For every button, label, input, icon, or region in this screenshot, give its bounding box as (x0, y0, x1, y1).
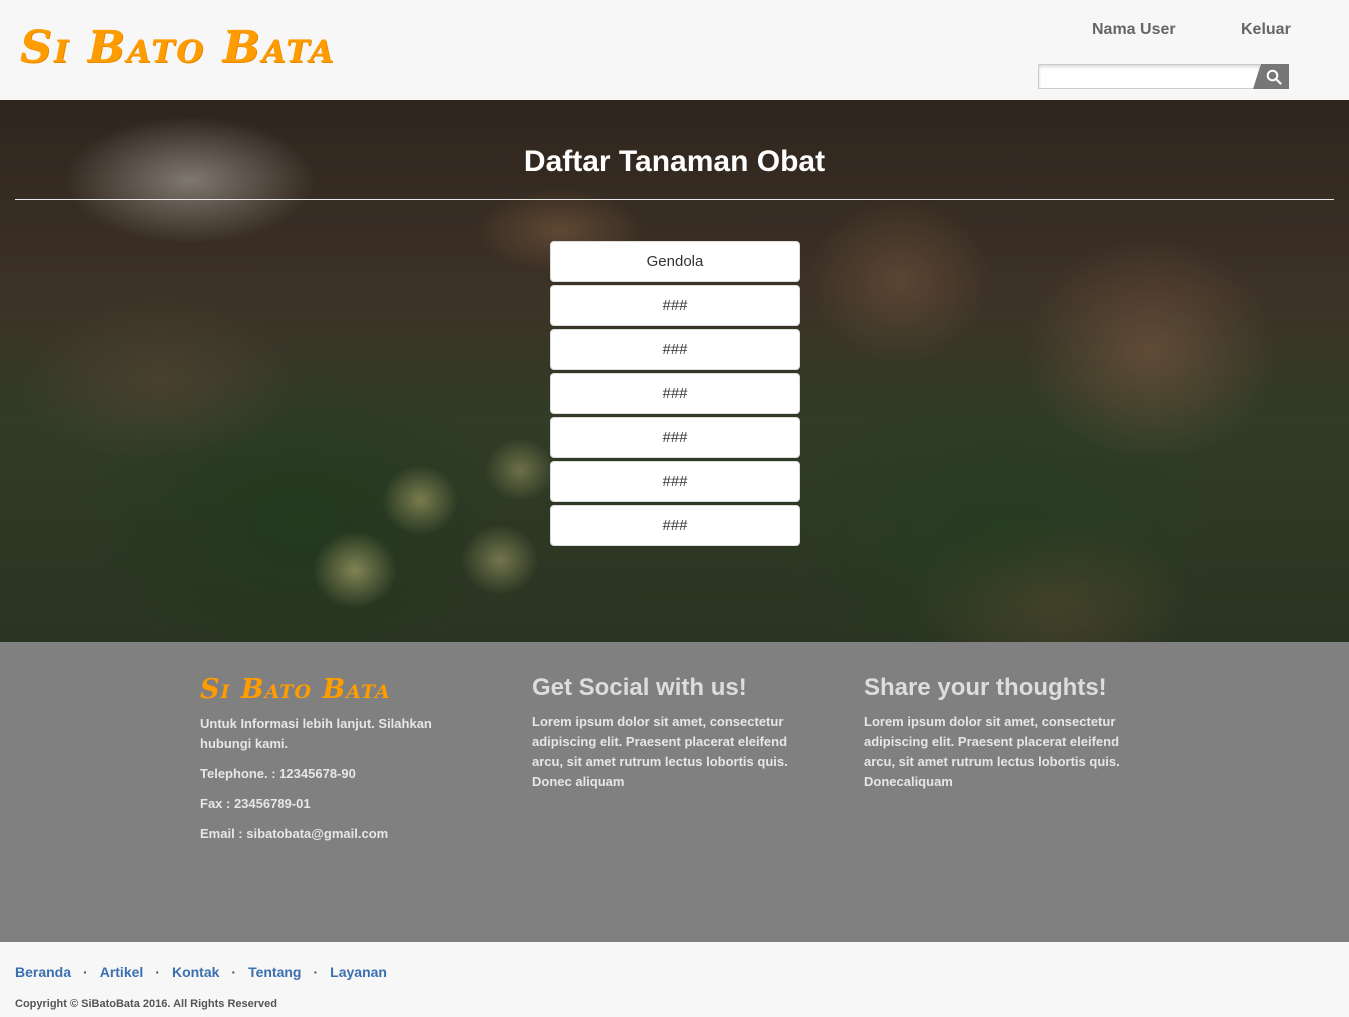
user-name-link[interactable]: Nama User (1092, 21, 1176, 39)
nav-link-layanan[interactable]: Layanan (330, 964, 387, 980)
footer-social-column: Get Social with us! Lorem ipsum dolor si… (532, 674, 802, 792)
social-text: Lorem ipsum dolor sit amet, consectetur … (532, 714, 788, 789)
bottom-nav: Beranda · Artikel · Kontak · Tentang · Layanan (15, 964, 387, 980)
nav-link-beranda[interactable]: Beranda (15, 964, 71, 980)
footer-info-text: Untuk Informasi lebih lanjut. Silahkan h… (200, 716, 432, 751)
plant-list-item[interactable]: ### (550, 373, 800, 414)
site-header: Si Bato Bata Nama User Keluar (0, 0, 1349, 100)
plant-list-item[interactable]: ### (550, 461, 800, 502)
plant-list-item[interactable]: ### (550, 329, 800, 370)
nav-separator: · (155, 964, 160, 980)
plant-list-item[interactable]: ### (550, 285, 800, 326)
footer-fax: Fax : 23456789-01 (200, 796, 311, 811)
footer-email: Email : sibatobata@gmail.com (200, 826, 389, 841)
plant-list-item[interactable]: Gendola (550, 241, 800, 282)
footer-contact-column: Si Bato Bata Untuk Informasi lebih lanju… (200, 674, 470, 844)
hero-section: Daftar Tanaman Obat Gendola ### ### ### … (0, 100, 1349, 642)
nav-link-kontak[interactable]: Kontak (172, 964, 219, 980)
copyright-text: Copyright © SiBatoBata 2016. All Rights … (15, 998, 277, 1010)
nav-separator: · (313, 964, 319, 980)
social-heading: Get Social with us! (532, 674, 747, 701)
nav-link-artikel[interactable]: Artikel (100, 964, 144, 980)
search-icon (1266, 69, 1282, 85)
bottom-bar: Beranda · Artikel · Kontak · Tentang · Layanan C… (0, 942, 1349, 1017)
site-footer: Si Bato Bata Untuk Informasi lebih lanju… (0, 642, 1349, 942)
plant-list-item[interactable]: ### (550, 417, 800, 458)
search-form (1038, 64, 1289, 89)
nav-link-tentang[interactable]: Tentang (248, 964, 301, 980)
footer-thoughts-column: Share your thoughts! Lorem ipsum dolor s… (864, 674, 1134, 792)
search-input[interactable] (1038, 64, 1260, 89)
site-logo[interactable]: Si Bato Bata (20, 22, 336, 74)
thoughts-heading: Share your thoughts! (864, 674, 1107, 701)
logout-link[interactable]: Keluar (1241, 21, 1291, 39)
thoughts-text: Lorem ipsum dolor sit amet, consectetur … (864, 714, 1120, 789)
title-divider (15, 199, 1334, 200)
footer-telephone: Telephone. : 12345678-90 (200, 766, 356, 781)
page-title: Daftar Tanaman Obat (523, 145, 826, 178)
plant-list-item[interactable]: ### (550, 505, 800, 546)
footer-logo: Si Bato Bata (200, 674, 391, 705)
nav-separator: · (83, 964, 88, 980)
plant-list: Gendola ### ### ### ### ### ### (550, 241, 800, 549)
nav-separator: · (231, 964, 237, 980)
